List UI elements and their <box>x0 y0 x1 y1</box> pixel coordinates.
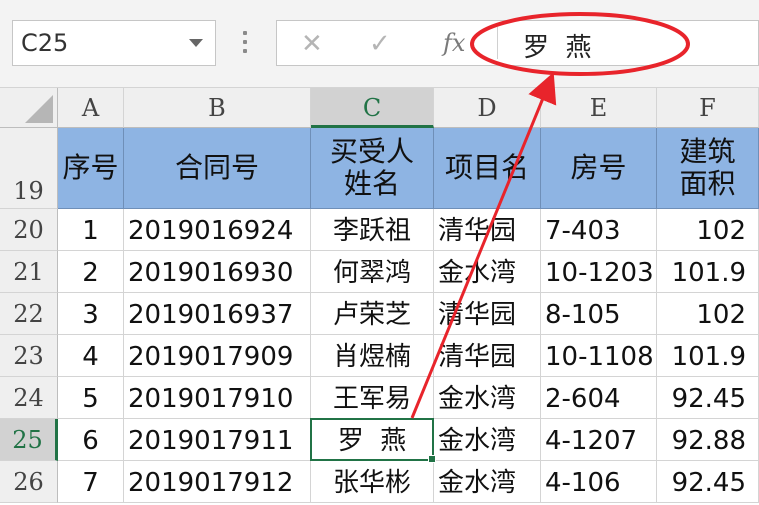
row-header-22[interactable]: 22 <box>0 293 58 335</box>
cell-b20[interactable]: 2019016924 <box>124 209 311 251</box>
cell-d24[interactable]: 金水湾 <box>434 377 541 419</box>
cell-e24[interactable]: 2-604 <box>541 377 657 419</box>
row-header-26[interactable]: 26 <box>0 461 58 503</box>
cell-b23[interactable]: 2019017909 <box>124 335 311 377</box>
cell-a22[interactable]: 3 <box>58 293 124 335</box>
name-box-value: C25 <box>21 29 69 57</box>
insert-function-icon[interactable]: fx <box>443 29 465 57</box>
divider <box>497 27 498 59</box>
column-header-e[interactable]: E <box>541 88 657 128</box>
cell-b25[interactable]: 2019017911 <box>124 419 311 461</box>
cell-c25[interactable]: 罗 燕 <box>311 419 434 461</box>
column-header-f[interactable]: F <box>657 88 759 128</box>
cell-d26[interactable]: 金水湾 <box>434 461 541 503</box>
header-cell-c[interactable]: 买受人 姓名 <box>311 128 434 209</box>
more-options-icon[interactable] <box>238 28 252 58</box>
cell-f22[interactable]: 102 <box>657 293 759 335</box>
triangle-icon <box>25 95 53 123</box>
cell-c26[interactable]: 张华彬 <box>311 461 434 503</box>
cell-c24[interactable]: 王军易 <box>311 377 434 419</box>
cell-b24[interactable]: 2019017910 <box>124 377 311 419</box>
cell-b21[interactable]: 2019016930 <box>124 251 311 293</box>
column-header-b[interactable]: B <box>124 88 311 128</box>
cell-f21[interactable]: 101.9 <box>657 251 759 293</box>
cell-e22[interactable]: 8-105 <box>541 293 657 335</box>
header-cell-b[interactable]: 合同号 <box>124 128 311 209</box>
cell-a25[interactable]: 6 <box>58 419 124 461</box>
cell-e21[interactable]: 10-1203 <box>541 251 657 293</box>
header-cell-a[interactable]: 序号 <box>58 128 124 209</box>
cell-a21[interactable]: 2 <box>58 251 124 293</box>
cell-a24[interactable]: 5 <box>58 377 124 419</box>
cell-b22[interactable]: 2019016937 <box>124 293 311 335</box>
cancel-icon[interactable]: ✕ <box>301 29 323 59</box>
cell-e25[interactable]: 4-1207 <box>541 419 657 461</box>
column-header-d[interactable]: D <box>434 88 541 128</box>
cell-f25[interactable]: 92.88 <box>657 419 759 461</box>
row-header-19[interactable]: 19 <box>0 128 58 209</box>
fill-handle[interactable] <box>428 455 436 463</box>
cell-d22[interactable]: 清华园 <box>434 293 541 335</box>
cell-c23[interactable]: 肖煜楠 <box>311 335 434 377</box>
cell-e26[interactable]: 4-106 <box>541 461 657 503</box>
row-header-23[interactable]: 23 <box>0 335 58 377</box>
cell-d20[interactable]: 清华园 <box>434 209 541 251</box>
cell-d25[interactable]: 金水湾 <box>434 419 541 461</box>
cell-f26[interactable]: 92.45 <box>657 461 759 503</box>
formula-input[interactable]: ✕ ✓ fx 罗 燕 <box>276 20 759 66</box>
cell-e20[interactable]: 7-403 <box>541 209 657 251</box>
select-all-corner[interactable] <box>0 88 58 128</box>
cell-f23[interactable]: 101.9 <box>657 335 759 377</box>
cell-a20[interactable]: 1 <box>58 209 124 251</box>
spreadsheet-grid: ABCDEF 19 20 21 22 23 24 25 26 序号 合同号 买受人 姓名 项目名 房号… <box>0 88 759 505</box>
row-header-21[interactable]: 21 <box>0 251 58 293</box>
header-cell-d[interactable]: 项目名 <box>434 128 541 209</box>
header-cell-e[interactable]: 房号 <box>541 128 657 209</box>
cell-f24[interactable]: 92.45 <box>657 377 759 419</box>
cell-c20[interactable]: 李跃祖 <box>311 209 434 251</box>
row-header-20[interactable]: 20 <box>0 209 58 251</box>
column-header-c[interactable]: C <box>311 88 434 128</box>
row-header-24[interactable]: 24 <box>0 377 58 419</box>
cell-f20[interactable]: 102 <box>657 209 759 251</box>
header-cell-f[interactable]: 建筑 面积 <box>657 128 759 209</box>
row-header-25[interactable]: 25 <box>0 419 58 461</box>
cell-c21[interactable]: 何翠鸿 <box>311 251 434 293</box>
column-header-a[interactable]: A <box>58 88 124 128</box>
chevron-down-icon[interactable] <box>189 39 203 47</box>
cell-d23[interactable]: 清华园 <box>434 335 541 377</box>
cell-d21[interactable]: 金水湾 <box>434 251 541 293</box>
cell-a26[interactable]: 7 <box>58 461 124 503</box>
formula-bar-area: C25 ✕ ✓ fx 罗 燕 <box>0 0 759 88</box>
cell-c22[interactable]: 卢荣芝 <box>311 293 434 335</box>
cell-a23[interactable]: 4 <box>58 335 124 377</box>
cell-b26[interactable]: 2019017912 <box>124 461 311 503</box>
name-box[interactable]: C25 <box>12 20 216 66</box>
formula-value[interactable]: 罗 燕 <box>523 27 592 64</box>
enter-icon[interactable]: ✓ <box>369 29 391 59</box>
cell-e23[interactable]: 10-1108 <box>541 335 657 377</box>
